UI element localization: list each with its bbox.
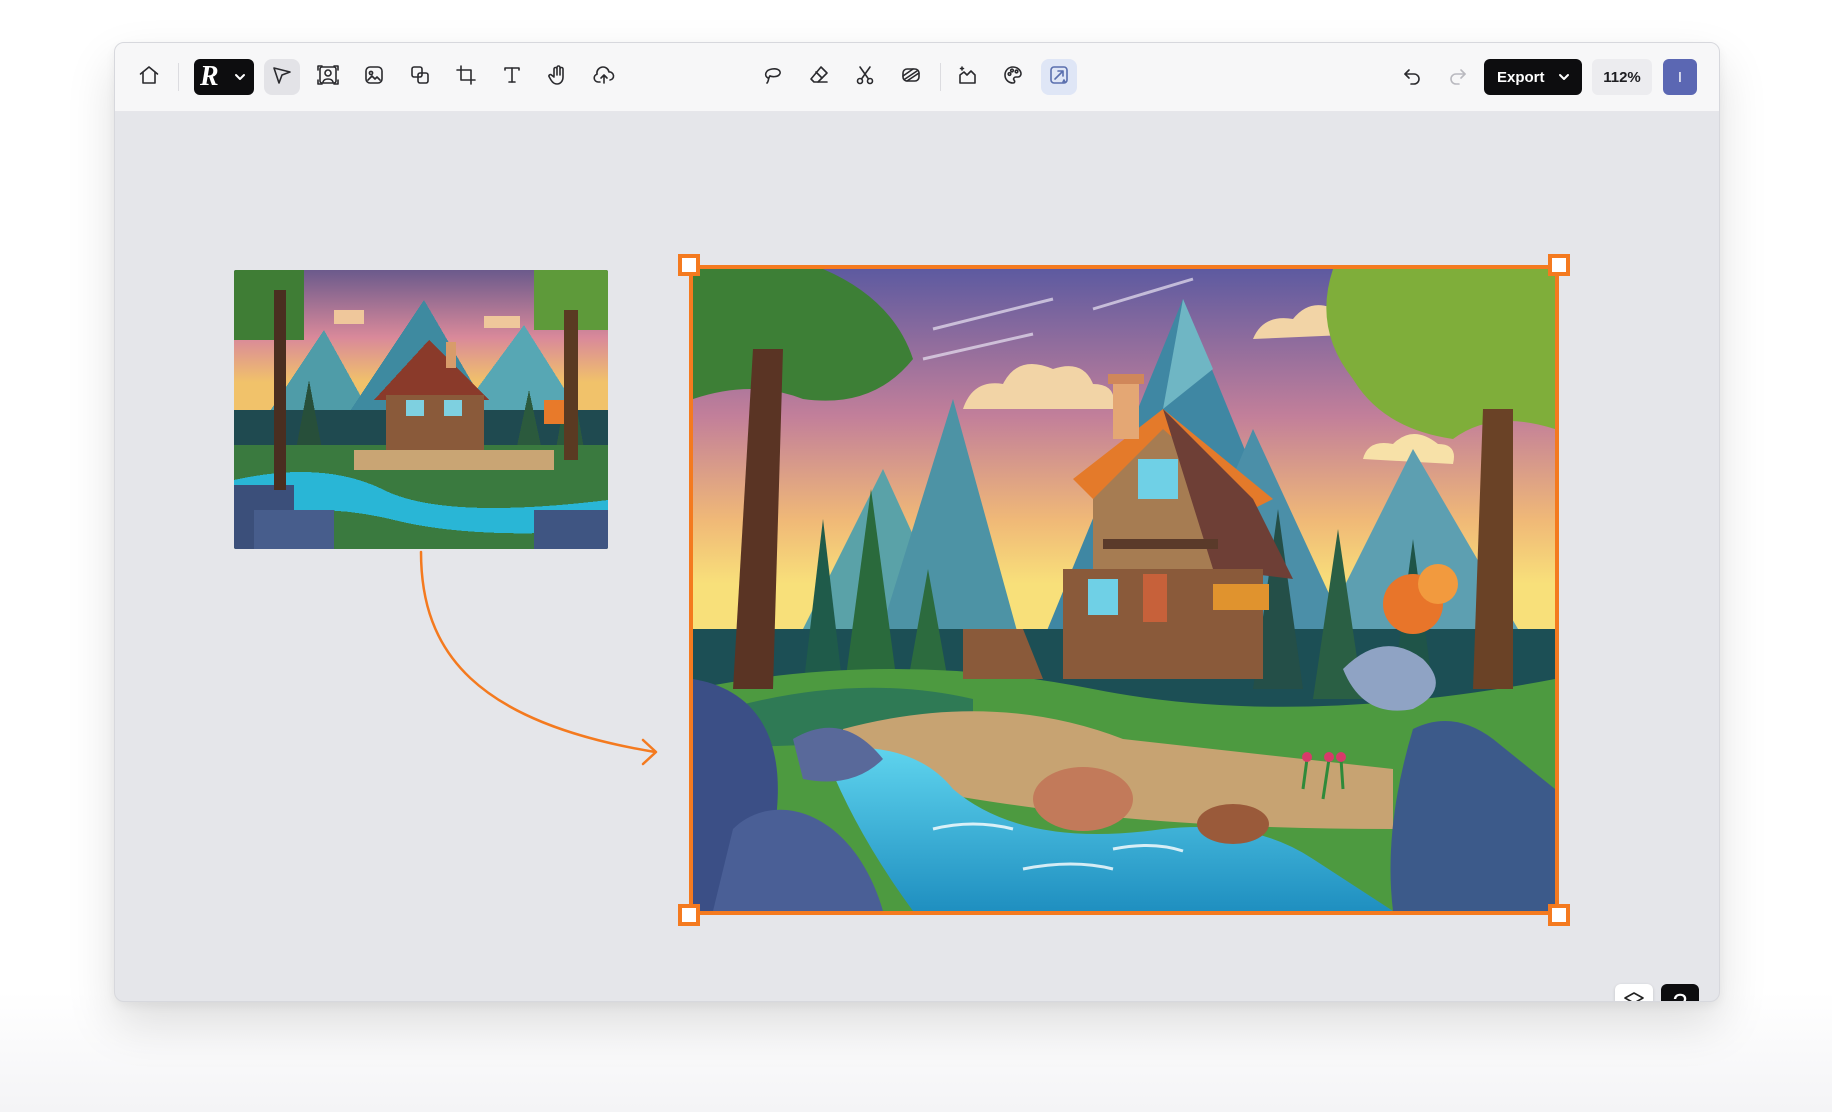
chevron-down-icon [1556, 69, 1572, 85]
pixelated-cabin-image [234, 270, 608, 549]
brand-logo-icon: R [200, 61, 219, 92]
pointer-icon [270, 63, 294, 92]
canvas-area[interactable]: ? [115, 112, 1719, 1001]
home-button[interactable] [131, 59, 167, 95]
user-avatar[interactable]: I [1663, 59, 1697, 95]
eraser-tool-button[interactable] [801, 59, 837, 95]
upload-tool-button[interactable] [586, 59, 622, 95]
image-icon [362, 63, 386, 92]
crop-icon [454, 63, 478, 92]
toolbar-divider [178, 63, 179, 91]
home-icon [137, 63, 161, 92]
text-icon [500, 63, 524, 92]
lasso-icon [761, 63, 785, 92]
redo-button[interactable] [1440, 59, 1476, 95]
resize-handle-top-left[interactable] [678, 254, 700, 276]
help-button[interactable]: ? [1661, 984, 1699, 1002]
cabin-illustration [693, 269, 1555, 911]
palette-tool-button[interactable] [995, 59, 1031, 95]
remove-background-button[interactable] [893, 59, 929, 95]
resize-handle-bottom-left[interactable] [678, 904, 700, 926]
remove-bg-icon [899, 63, 923, 92]
zoom-level-button[interactable]: 112% [1592, 59, 1652, 95]
help-icon: ? [1673, 988, 1687, 1002]
page-background-fade [0, 992, 1832, 1112]
export-button[interactable]: Export [1484, 59, 1582, 95]
brand-menu-button[interactable]: R [194, 59, 254, 95]
undo-button[interactable] [1394, 59, 1430, 95]
undo-icon [1400, 63, 1424, 92]
crop-tool-button[interactable] [448, 59, 484, 95]
export-label: Export [1497, 68, 1545, 86]
lasso-tool-button[interactable] [755, 59, 791, 95]
generate-icon [955, 63, 979, 92]
stack-tool-button[interactable] [402, 59, 438, 95]
upscale-icon [1047, 63, 1071, 92]
chevron-down-icon [232, 69, 248, 85]
editor-window: R Export 112% I [114, 42, 1720, 1002]
layers-button[interactable] [1615, 984, 1653, 1001]
toolbar: R Export 112% I [115, 43, 1719, 112]
toolbar-divider [940, 63, 941, 91]
layers-icon [1622, 989, 1646, 1001]
image-tool-button[interactable] [356, 59, 392, 95]
stack-icon [408, 63, 432, 92]
palette-icon [1001, 63, 1025, 92]
cut-tool-button[interactable] [847, 59, 883, 95]
resize-handle-bottom-right[interactable] [1548, 904, 1570, 926]
upscale-tool-button[interactable] [1041, 59, 1077, 95]
hand-icon [546, 63, 570, 92]
selected-result-image[interactable] [689, 265, 1559, 915]
generate-tool-button[interactable] [949, 59, 985, 95]
resize-handle-top-right[interactable] [1548, 254, 1570, 276]
select-tool-button[interactable] [264, 59, 300, 95]
redo-icon [1446, 63, 1470, 92]
scissors-icon [853, 63, 877, 92]
source-image-thumbnail[interactable] [234, 270, 608, 549]
portrait-icon [316, 63, 340, 92]
upload-icon [592, 63, 616, 92]
eraser-icon [807, 63, 831, 92]
text-tool-button[interactable] [494, 59, 530, 95]
hand-tool-button[interactable] [540, 59, 576, 95]
portrait-tool-button[interactable] [310, 59, 346, 95]
